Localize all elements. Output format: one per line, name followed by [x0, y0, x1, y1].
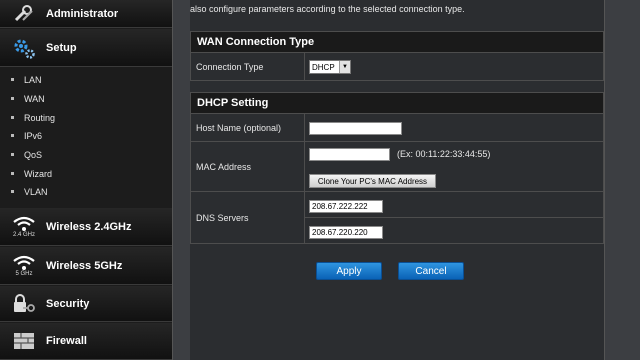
- wireless-24-band-label: 2.4 GHz: [12, 231, 35, 238]
- intro-text: also configure parameters according to t…: [190, 4, 465, 14]
- cancel-button[interactable]: Cancel: [398, 262, 464, 280]
- gears-icon: [8, 36, 40, 60]
- sidebar-item-wireless-24[interactable]: 2.4 GHz Wireless 2.4GHz: [0, 208, 172, 246]
- apply-button[interactable]: Apply: [316, 262, 382, 280]
- mac-address-row: MAC Address (Ex: 00:11:22:33:44:55) Clon…: [190, 142, 604, 192]
- sidebar-label-qos: QoS: [24, 149, 43, 160]
- sidebar-label-setup: Setup: [46, 41, 77, 54]
- sidebar-label-firewall: Firewall: [46, 335, 87, 347]
- wan-section-title: WAN Connection Type: [190, 31, 604, 53]
- sidebar-label-vlan: VLAN: [24, 186, 48, 197]
- sidebar-divider: [172, 0, 190, 360]
- firewall-icon: [8, 331, 40, 351]
- dns-servers-row: DNS Servers 208.67.222.222 208.67.220.22…: [190, 192, 604, 244]
- sidebar-label-security: Security: [46, 297, 90, 310]
- connection-type-row: Connection Type DHCP ▼: [190, 53, 604, 81]
- dns-divider: [305, 217, 603, 218]
- mac-address-label: MAC Address: [191, 142, 305, 191]
- sidebar: Administrator Setup LAN WAN Routing IPv6…: [0, 0, 172, 360]
- bullet-icon: [11, 97, 14, 100]
- sidebar-label-wireless-5: Wireless 5GHz: [46, 259, 123, 272]
- wireless-5-band-label: 5 GHz: [15, 270, 33, 277]
- bullet-icon: [11, 116, 14, 119]
- bullet-icon: [11, 78, 14, 81]
- chevron-down-icon: ▼: [339, 61, 350, 73]
- sidebar-label-wireless-24: Wireless 2.4GHz: [46, 220, 132, 233]
- sidebar-item-vlan[interactable]: VLAN: [0, 182, 172, 201]
- sidebar-item-routing[interactable]: Routing: [0, 108, 172, 127]
- bullet-icon: [11, 134, 14, 137]
- wifi-icon: 2.4 GHz: [8, 216, 40, 238]
- tools-icon: [8, 4, 40, 23]
- sidebar-item-qos[interactable]: QoS: [0, 145, 172, 164]
- sidebar-item-wan[interactable]: WAN: [0, 89, 172, 108]
- dns-secondary-input[interactable]: 208.67.220.220: [309, 226, 383, 239]
- host-name-label: Host Name (optional): [191, 114, 305, 141]
- clone-mac-button[interactable]: Clone Your PC's MAC Address: [309, 174, 436, 188]
- sidebar-label-wizard: Wizard: [24, 168, 53, 179]
- mac-address-input[interactable]: [309, 148, 390, 161]
- lock-key-icon: [8, 293, 40, 315]
- sidebar-item-wireless-5[interactable]: 5 GHz Wireless 5GHz: [0, 247, 172, 285]
- sidebar-label-lan: LAN: [24, 74, 42, 85]
- bullet-icon: [11, 172, 14, 175]
- mac-address-hint: (Ex: 00:11:22:33:44:55): [397, 149, 491, 159]
- sidebar-item-ipv6[interactable]: IPv6: [0, 126, 172, 145]
- connection-type-label: Connection Type: [191, 53, 305, 80]
- bullet-icon: [11, 153, 14, 156]
- sidebar-item-wizard[interactable]: Wizard: [0, 164, 172, 183]
- sidebar-item-firewall[interactable]: Firewall: [0, 323, 172, 360]
- connection-type-value: DHCP: [312, 62, 335, 72]
- dns-servers-label: DNS Servers: [191, 192, 305, 243]
- bullet-icon: [11, 190, 14, 193]
- sidebar-item-lan[interactable]: LAN: [0, 70, 172, 89]
- sidebar-item-security[interactable]: Security: [0, 286, 172, 322]
- wifi-icon: 5 GHz: [8, 255, 40, 277]
- sidebar-label-administrator: Administrator: [46, 7, 119, 20]
- sidebar-label-wan: WAN: [24, 93, 45, 104]
- host-name-row: Host Name (optional): [190, 114, 604, 142]
- dns-primary-input[interactable]: 208.67.222.222: [309, 200, 383, 213]
- connection-type-select[interactable]: DHCP ▼: [309, 60, 351, 74]
- sidebar-label-ipv6: IPv6: [24, 130, 43, 141]
- dhcp-section-title: DHCP Setting: [190, 92, 604, 114]
- right-gutter: [604, 0, 640, 360]
- host-name-input[interactable]: [309, 122, 402, 135]
- sidebar-label-routing: Routing: [24, 112, 56, 123]
- sidebar-item-setup[interactable]: Setup: [0, 29, 172, 67]
- sidebar-item-administrator[interactable]: Administrator: [0, 0, 172, 28]
